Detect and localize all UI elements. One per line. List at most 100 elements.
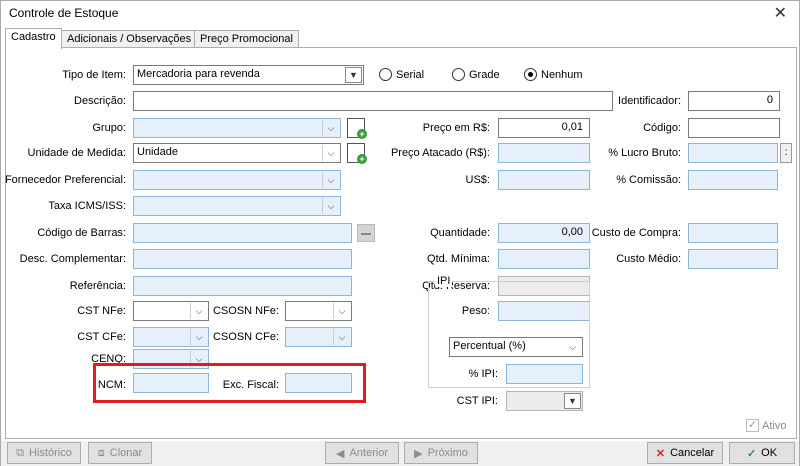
chevron-down-icon[interactable]: ▼	[564, 393, 581, 409]
descricao-label: Descrição:	[74, 95, 126, 107]
tipo-item-value: Mercadoria para revenda	[137, 68, 260, 80]
cst-nfe-label: CST NFe:	[77, 305, 126, 317]
lucro-input[interactable]	[688, 143, 778, 163]
grupo-select[interactable]: ⌵	[133, 118, 341, 138]
atacado-label: Preço Atacado (R$):	[390, 147, 490, 159]
add-unidade-button[interactable]: +	[347, 143, 367, 164]
ipi-cst-label: CST IPI:	[456, 395, 498, 407]
radio-nenhum-dot[interactable]	[524, 68, 537, 81]
radio-grade[interactable]: Grade	[452, 68, 500, 81]
uss-input[interactable]	[498, 170, 590, 190]
chevron-down-icon[interactable]: ⌵	[322, 120, 339, 136]
clone-icon: ⧈	[97, 446, 105, 459]
codigo-label: Código:	[643, 122, 681, 134]
lucro-more-button[interactable]: :	[780, 143, 792, 163]
radio-serial[interactable]: Serial	[379, 68, 424, 81]
radio-grade-label: Grade	[469, 68, 500, 81]
taxa-select[interactable]: ⌵	[133, 196, 341, 216]
tipo-item-label: Tipo de Item:	[62, 69, 126, 81]
ok-button[interactable]: ✓ OK	[729, 442, 795, 464]
check-icon: ✓	[746, 447, 757, 460]
csosn-cfe-select[interactable]: ⌵	[285, 327, 352, 347]
codigo-input[interactable]	[688, 118, 780, 138]
chevron-down-icon[interactable]: ⌵	[564, 339, 581, 355]
qtd-min-label: Qtd. Mínima:	[427, 253, 490, 265]
cst-nfe-select[interactable]: ⌵	[133, 301, 209, 321]
check-icon[interactable]: ✓	[746, 419, 759, 432]
referencia-label: Referência:	[69, 280, 126, 292]
tipo-item-select[interactable]: Mercadoria para revenda ▼	[133, 65, 364, 85]
chevron-down-icon[interactable]: ⌵	[333, 329, 350, 345]
ativo-checkbox[interactable]: ✓ Ativo	[746, 419, 786, 432]
chevron-down-icon[interactable]: ▼	[345, 67, 362, 83]
chevron-down-icon[interactable]: ⌵	[333, 303, 350, 319]
ipi-cst-select[interactable]: ▼	[506, 391, 583, 411]
tab-cadastro[interactable]: Cadastro	[5, 28, 62, 49]
preco-value: 0,01	[561, 121, 583, 133]
taxa-label: Taxa ICMS/ISS:	[48, 200, 126, 212]
chevron-down-icon[interactable]: ⌵	[322, 145, 339, 161]
ativo-label: Ativo	[762, 419, 787, 432]
window-title: Controle de Estoque	[9, 6, 119, 20]
quantidade-label: Quantidade:	[430, 227, 490, 239]
cst-cfe-select[interactable]: ⌵	[133, 327, 209, 347]
radio-nenhum[interactable]: Nenhum	[524, 68, 583, 81]
historico-label: Histórico	[29, 447, 72, 459]
custo-compra-input[interactable]	[688, 223, 778, 243]
barras-input[interactable]	[133, 223, 352, 243]
chevron-down-icon[interactable]: ⌵	[322, 172, 339, 188]
ipi-tipo-select[interactable]: Percentual (%) ⌵	[449, 337, 583, 357]
tab-adicionais[interactable]: Adicionais / Observações	[61, 30, 198, 48]
clonar-label: Clonar	[109, 447, 143, 459]
close-icon[interactable]: ✕	[774, 3, 787, 23]
unidade-label: Unidade de Medida:	[27, 147, 126, 159]
quantidade-input[interactable]: 0,00	[498, 223, 590, 243]
radio-grade-dot[interactable]	[452, 68, 465, 81]
uss-label: US$:	[465, 174, 490, 186]
unidade-select[interactable]: Unidade ⌵	[133, 143, 341, 163]
plus-icon: +	[357, 154, 367, 164]
cancelar-label: Cancelar	[670, 447, 715, 459]
anterior-button[interactable]: ◀ Anterior	[325, 442, 399, 464]
descricao-input[interactable]	[133, 91, 613, 111]
history-icon: ⧉	[16, 446, 25, 459]
custo-medio-input[interactable]	[688, 249, 778, 269]
custo-medio-label: Custo Médio:	[616, 253, 681, 265]
csosn-nfe-select[interactable]: ⌵	[285, 301, 352, 321]
proximo-label: Próximo	[427, 447, 468, 459]
cancelar-button[interactable]: ✕ Cancelar	[647, 442, 723, 464]
chevron-down-icon[interactable]: ⌵	[190, 303, 207, 319]
identificador-input[interactable]: 0	[688, 91, 780, 111]
radio-serial-dot[interactable]	[379, 68, 392, 81]
proximo-button[interactable]: ▶ Próximo	[404, 442, 478, 464]
comissao-input[interactable]	[688, 170, 778, 190]
chevron-down-icon[interactable]: ⌵	[322, 198, 339, 214]
add-grupo-button[interactable]: +	[347, 118, 367, 139]
historico-button[interactable]: ⧉ Histórico	[7, 442, 81, 464]
radio-nenhum-label: Nenhum	[541, 68, 583, 81]
fornecedor-select[interactable]: ⌵	[133, 170, 341, 190]
unidade-value: Unidade	[137, 146, 178, 158]
ipi-pct-label: % IPI:	[468, 368, 498, 380]
chevron-down-icon[interactable]: ⌵	[190, 329, 207, 345]
desc-comp-label: Desc. Complementar:	[19, 253, 126, 265]
qtd-min-input[interactable]	[498, 249, 590, 269]
barras-label: Código de Barras:	[37, 227, 126, 239]
close-icon: ✕	[655, 447, 666, 460]
radio-serial-label: Serial	[396, 68, 425, 81]
tab-preco-promocional[interactable]: Preço Promocional	[194, 30, 299, 48]
ipi-pct-input[interactable]	[506, 364, 583, 384]
preco-input[interactable]: 0,01	[498, 118, 590, 138]
atacado-input[interactable]	[498, 143, 590, 163]
arrow-right-icon: ▶	[414, 447, 423, 460]
stock-control-window: Controle de Estoque ✕ Cadastro Adicionai…	[0, 0, 800, 466]
bottom-toolbar: ⧉ Histórico ⧈ Clonar ◀ Anterior ▶ Próximo ✕ C…	[1, 441, 799, 466]
barcode-icon[interactable]	[357, 224, 375, 242]
cst-cfe-label: CST CFe:	[77, 331, 126, 343]
desc-comp-input[interactable]	[133, 249, 352, 269]
referencia-input[interactable]	[133, 276, 352, 296]
clonar-button[interactable]: ⧈ Clonar	[88, 442, 152, 464]
identificador-label: Identificador:	[618, 95, 681, 107]
csosn-cfe-label: CSOSN CFe:	[212, 331, 279, 343]
comissao-label: % Comissão:	[616, 174, 681, 186]
